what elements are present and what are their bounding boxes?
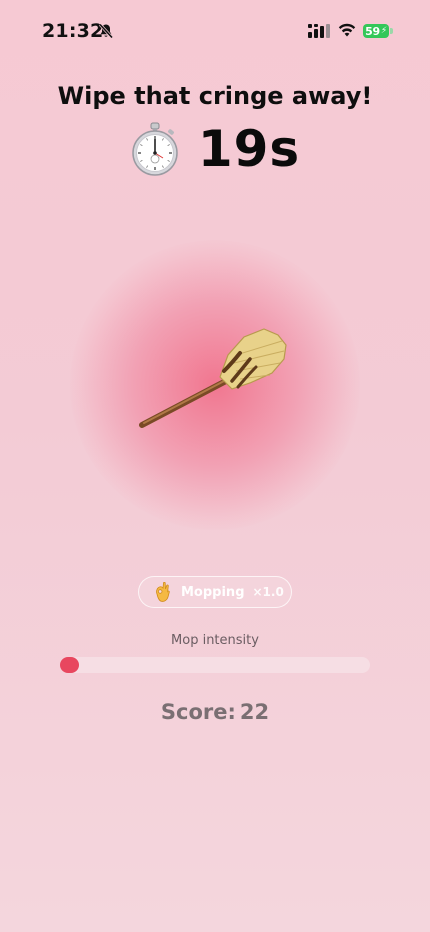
mode-chip: Mopping ×1.0: [138, 576, 292, 608]
battery-indicator: 59 ⚡: [363, 24, 389, 38]
score-multiplier: ×1.0: [252, 585, 284, 599]
charging-bolt-icon: ⚡: [380, 26, 387, 36]
stopwatch-icon: [132, 122, 178, 176]
score-label: Score:: [160, 700, 236, 724]
score-display: Score: 22: [0, 700, 430, 724]
game-title: Wipe that cringe away!: [57, 82, 373, 110]
battery-cap: [390, 28, 393, 34]
battery-level: 59: [365, 24, 380, 38]
ok-hand-icon: [156, 582, 170, 602]
cellular-signal-icon: [308, 24, 330, 38]
bell-muted-icon: [98, 23, 114, 39]
wifi-icon: [338, 23, 356, 37]
timer: 19s: [0, 120, 430, 178]
intensity-label: Mop intensity: [171, 633, 259, 648]
mode-label: Mopping: [181, 584, 245, 600]
status-time: 21:32: [42, 20, 104, 42]
score-value: 22: [239, 700, 270, 724]
broom-icon[interactable]: [132, 325, 292, 435]
intensity-meter: [60, 657, 370, 673]
timer-value: 19s: [197, 120, 301, 178]
intensity-fill: [60, 657, 79, 673]
status-bar: 21:32 59 ⚡: [0, 0, 430, 60]
